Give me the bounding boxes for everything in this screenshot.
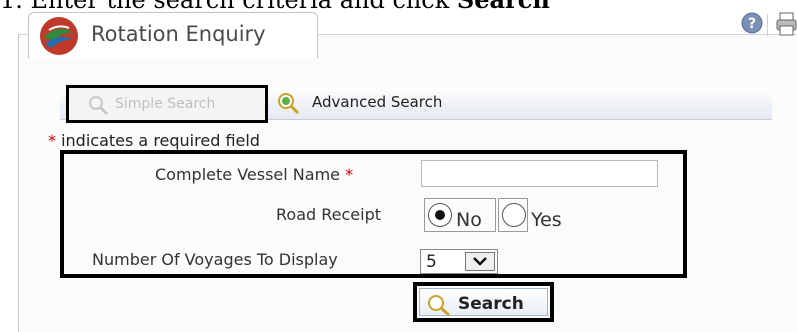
app-logo-icon xyxy=(40,17,78,55)
search-button-highlight: Search xyxy=(413,282,554,322)
required-note: * indicates a required field xyxy=(48,131,260,150)
vessel-name-label: Complete Vessel Name * xyxy=(155,165,354,184)
vessel-name-input[interactable] xyxy=(421,160,658,187)
title-tab: Rotation Enquiry xyxy=(28,12,318,58)
search-button[interactable]: Search xyxy=(419,288,548,317)
simple-search-tab[interactable]: Simple Search xyxy=(66,85,268,123)
icon-divider xyxy=(767,14,768,36)
svg-text:?: ? xyxy=(748,16,756,32)
voyages-value: 5 xyxy=(426,252,437,272)
road-receipt-no-label: No xyxy=(456,209,482,231)
magnifier-icon xyxy=(89,96,109,116)
advanced-search-icon xyxy=(278,93,300,115)
print-icon[interactable] xyxy=(776,12,797,36)
road-receipt-label: Road Receipt xyxy=(276,205,381,224)
voyages-select[interactable]: 5 xyxy=(420,249,498,274)
road-receipt-yes-label: Yes xyxy=(531,209,562,231)
search-button-label: Search xyxy=(458,294,524,314)
advanced-search-label: Advanced Search xyxy=(312,93,443,111)
simple-search-label: Simple Search xyxy=(115,96,216,112)
road-receipt-yes-radio[interactable] xyxy=(502,203,526,227)
road-receipt-no-radio[interactable] xyxy=(428,203,452,227)
instruction-text: 1. Enter the search criteria and click S… xyxy=(0,0,550,14)
chevron-down-icon[interactable] xyxy=(465,252,495,271)
help-icon[interactable]: ? xyxy=(741,12,763,34)
page-title: Rotation Enquiry xyxy=(91,22,266,46)
magnifier-icon xyxy=(428,295,450,317)
radio-selected-dot xyxy=(435,210,445,220)
voyages-label: Number Of Voyages To Display xyxy=(92,250,338,269)
